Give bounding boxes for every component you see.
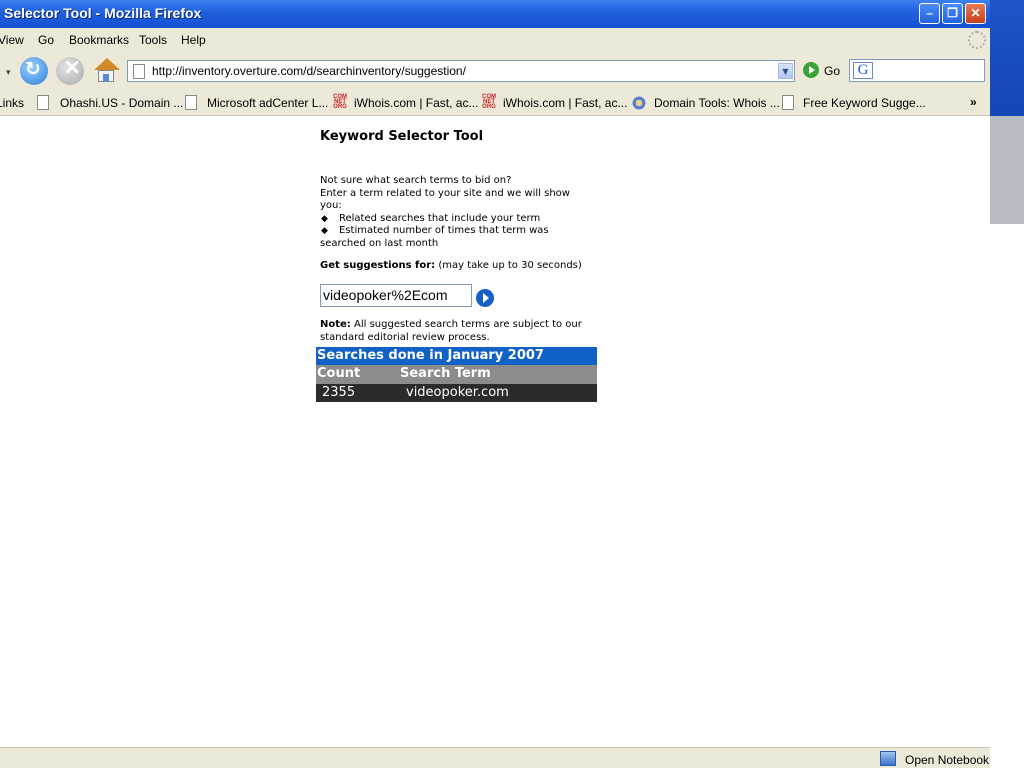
- home-icon[interactable]: [92, 57, 120, 85]
- bullet-text: Related searches that include your term: [339, 212, 541, 224]
- keyword-input[interactable]: videopoker%2Ecom: [320, 284, 472, 307]
- open-notebook-button[interactable]: Open Notebook: [905, 753, 989, 767]
- stop-icon[interactable]: [56, 55, 84, 85]
- status-bar: Open Notebook: [0, 747, 990, 768]
- menu-help[interactable]: Help: [181, 33, 206, 47]
- bullet-icon: ◆: [321, 213, 328, 224]
- note-label: Note:: [320, 319, 351, 330]
- menu-tools[interactable]: Tools: [139, 33, 167, 47]
- page-icon: [133, 64, 145, 79]
- google-search-engine-icon[interactable]: G: [853, 62, 873, 79]
- notebook-icon[interactable]: [880, 751, 896, 766]
- suggestions-label-bold: Get suggestions for:: [320, 260, 436, 271]
- bookmark-item[interactable]: Ohashi.US - Domain ...: [60, 96, 183, 110]
- url-history-dropdown-icon[interactable]: ▼: [778, 63, 793, 79]
- desktop-background: [990, 0, 1024, 768]
- bullet-icon: ◆: [321, 226, 328, 236]
- menu-bookmarks[interactable]: Bookmarks: [69, 33, 129, 47]
- bookmark-links-folder[interactable]: Links: [0, 96, 24, 110]
- results-table: Searches done in January 2007 Count Sear…: [316, 347, 597, 402]
- title-bar[interactable]: Selector Tool - Mozilla Firefox – ❐ ✕: [0, 0, 990, 28]
- row-search-term: videopoker.com: [406, 385, 509, 400]
- column-header-search-term: Search Term: [400, 366, 491, 381]
- bookmark-item[interactable]: Microsoft adCenter L...: [207, 96, 328, 110]
- intro-text: Not sure what search terms to bid on? En…: [320, 175, 590, 250]
- com-net-org-icon: COM NET ORG: [482, 94, 496, 110]
- page-icon: [782, 95, 794, 110]
- desktop-window-edge: [990, 0, 1024, 116]
- page-icon: [185, 95, 197, 110]
- page-icon: [37, 95, 49, 110]
- com-net-org-icon: COM NET ORG: [333, 94, 347, 110]
- home-door-icon-part: [103, 74, 109, 82]
- menu-view[interactable]: View: [0, 33, 24, 47]
- go-button-icon[interactable]: [803, 62, 819, 78]
- suggestions-hint: (may take up to 30 seconds): [438, 260, 582, 271]
- note-text: All suggested search terms are subject t…: [320, 319, 582, 343]
- menu-bar: View Go Bookmarks Tools Help: [0, 28, 990, 52]
- column-header-count: Count: [317, 366, 361, 381]
- desktop-wallpaper-edge: [990, 116, 1024, 224]
- activity-throbber-icon: [968, 31, 986, 49]
- bookmark-item[interactable]: iWhois.com | Fast, ac...: [354, 96, 478, 110]
- address-bar[interactable]: http://inventory.overture.com/d/searchin…: [127, 60, 795, 82]
- browser-window: Selector Tool - Mozilla Firefox – ❐ ✕ Vi…: [0, 0, 990, 768]
- close-button[interactable]: ✕: [965, 3, 986, 24]
- window-title: Selector Tool - Mozilla Firefox: [4, 5, 202, 21]
- list-item: ◆ Related searches that include your ter…: [320, 213, 590, 226]
- page-content: Keyword Selector Tool Not sure what sear…: [0, 117, 990, 747]
- back-history-dropdown-icon[interactable]: ▾: [6, 68, 11, 78]
- bookmark-item[interactable]: Domain Tools: Whois ...: [654, 96, 780, 110]
- intro-line: Enter a term related to your site and we…: [320, 187, 570, 212]
- gear-icon: [632, 95, 646, 111]
- results-column-headers: Count Search Term: [316, 365, 597, 384]
- submit-arrow-icon[interactable]: [476, 289, 494, 307]
- page-title: Keyword Selector Tool: [320, 129, 484, 144]
- bookmark-item[interactable]: Free Keyword Sugge...: [803, 96, 926, 110]
- suggestions-label: Get suggestions for: (may take up to 30 …: [320, 260, 585, 273]
- bullet-text: Estimated number of times that term was …: [320, 225, 549, 249]
- minimize-button[interactable]: –: [919, 3, 940, 24]
- address-url[interactable]: http://inventory.overture.com/d/searchin…: [152, 64, 466, 78]
- table-row: 2355 videopoker.com: [316, 384, 597, 402]
- search-input[interactable]: G: [849, 59, 985, 82]
- menu-go[interactable]: Go: [38, 33, 54, 47]
- reload-icon[interactable]: [20, 57, 48, 85]
- results-heading: Searches done in January 2007: [316, 347, 597, 365]
- go-button[interactable]: Go: [824, 64, 840, 78]
- row-count: 2355: [322, 385, 356, 400]
- keyword-selector-panel: Keyword Selector Tool Not sure what sear…: [320, 129, 600, 343]
- review-note: Note: All suggested search terms are sub…: [320, 319, 590, 344]
- bookmarks-toolbar: Links Ohashi.US - Domain ... Microsoft a…: [0, 90, 990, 116]
- home-roof-icon-part: [94, 58, 120, 70]
- maximize-button[interactable]: ❐: [942, 3, 963, 24]
- intro-line: Not sure what search terms to bid on?: [320, 175, 512, 186]
- list-item: ◆ Estimated number of times that term was…: [320, 225, 590, 250]
- bookmarks-overflow-chevron-icon[interactable]: »: [970, 95, 977, 109]
- bookmark-item[interactable]: iWhois.com | Fast, ac...: [503, 96, 627, 110]
